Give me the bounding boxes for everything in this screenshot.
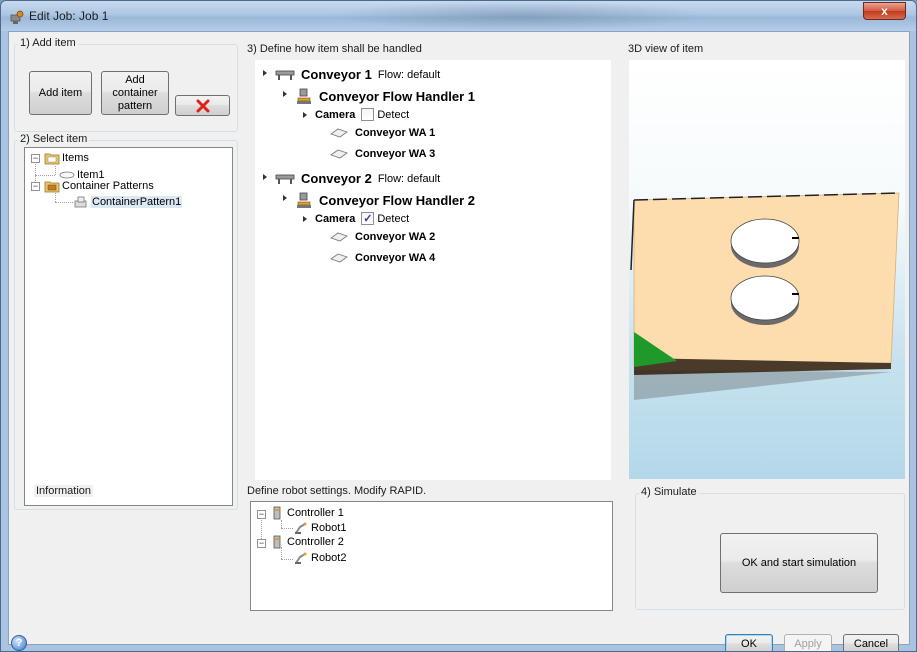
tree-node-containerpattern1[interactable]: ContainerPattern1 — [73, 195, 183, 209]
simulate-group-label: 4) Simulate — [639, 486, 699, 498]
tree-node-robot1[interactable]: Robot1 — [293, 521, 346, 535]
app-icon — [10, 10, 24, 24]
tree-label-robot2: Robot2 — [311, 552, 347, 564]
tree-label-controller-1: Controller 1 — [287, 507, 344, 519]
information-group — [14, 491, 238, 641]
information-group-label: Information — [34, 485, 94, 497]
help-icon[interactable]: ? — [11, 635, 27, 651]
tree-node-container-patterns[interactable]: Container Patterns — [44, 179, 154, 193]
tree-label-containerpattern1: ContainerPattern1 — [91, 196, 183, 208]
wa-1-node[interactable]: Conveyor WA 1 — [329, 127, 435, 139]
collapse-controller-1-toggle[interactable]: − — [257, 510, 266, 519]
wa-3-node[interactable]: Conveyor WA 3 — [329, 148, 435, 160]
controller-icon — [273, 506, 281, 520]
container-pattern-icon — [74, 196, 87, 208]
folder-icon — [44, 153, 60, 165]
conveyor-icon — [275, 174, 295, 184]
flow-handler-1-name: Conveyor Flow Handler 1 — [319, 88, 476, 104]
folder-icon — [44, 181, 60, 193]
robot-settings-group-label: Define robot settings. Modify RAPID. — [245, 485, 429, 497]
robot-icon — [295, 522, 307, 534]
collapse-container-patterns-toggle[interactable]: − — [31, 182, 40, 191]
collapse-controller-2-toggle[interactable]: − — [257, 539, 266, 548]
delete-item-button[interactable] — [175, 95, 230, 116]
work-area-icon — [330, 128, 348, 138]
add-item-button[interactable]: Add item — [29, 71, 92, 115]
view3d-group-label: 3D view of item — [626, 43, 706, 55]
work-area-icon — [330, 253, 348, 263]
wa-4-label: Conveyor WA 4 — [355, 252, 436, 264]
conveyor-2-flow: Flow: default — [377, 172, 441, 185]
close-button[interactable]: x — [863, 2, 906, 20]
conveyor-1-name: Conveyor 1 — [301, 67, 372, 82]
title-bar[interactable]: Edit Job: Job 1 x — [1, 1, 916, 31]
camera-1-node[interactable]: Camera Detect — [315, 108, 409, 121]
apply-button[interactable]: Apply — [784, 634, 832, 651]
conveyor-2-node[interactable]: Conveyor 2 Flow: default — [275, 171, 440, 186]
ok-start-simulation-button[interactable]: OK and start simulation — [720, 533, 878, 593]
item-tree[interactable]: − Items Item1 − Container Patterns Conta… — [24, 147, 233, 506]
robot-handler-icon — [297, 88, 311, 104]
collapse-items-toggle[interactable]: − — [31, 154, 40, 163]
tree-label-robot1: Robot1 — [311, 522, 347, 534]
wa-2-label: Conveyor WA 2 — [355, 231, 436, 243]
conveyor-1-node[interactable]: Conveyor 1 Flow: default — [275, 67, 440, 82]
tree-label-items: Items — [62, 152, 89, 164]
view-3d[interactable] — [629, 60, 905, 479]
detect-2-label: Detect — [377, 212, 410, 225]
robot-handler-icon — [297, 192, 311, 208]
conveyor-2-name: Conveyor 2 — [301, 171, 372, 186]
flow-handler-1-node[interactable]: Conveyor Flow Handler 1 — [295, 87, 475, 105]
camera-2-node[interactable]: Camera ✓ Detect — [315, 212, 409, 225]
add-item-group-label: 1) Add item — [18, 37, 78, 49]
camera-1-label: Camera — [315, 108, 356, 121]
cancel-button[interactable]: Cancel — [843, 634, 899, 651]
camera-2-label: Camera — [315, 212, 356, 225]
wa-1-label: Conveyor WA 1 — [355, 127, 436, 139]
3d-scene — [630, 192, 900, 400]
edit-job-window: Edit Job: Job 1 x 1) Add item Add item A… — [0, 0, 917, 652]
conveyor-1-flow: Flow: default — [377, 68, 441, 81]
work-area-icon — [330, 149, 348, 159]
handling-tree[interactable]: Conveyor 1 Flow: default Conveyor Flow H… — [255, 60, 611, 480]
dialog-client: 1) Add item Add item Add container patte… — [8, 31, 910, 651]
tree-node-controller-2[interactable]: Controller 2 — [270, 535, 344, 549]
detect-2-checkbox[interactable]: ✓ — [361, 212, 375, 225]
wa-4-node[interactable]: Conveyor WA 4 — [329, 252, 435, 264]
work-area-icon — [330, 232, 348, 242]
window-title: Edit Job: Job 1 — [29, 9, 109, 23]
red-x-icon — [196, 99, 209, 112]
controller-icon — [273, 535, 281, 549]
tree-node-items[interactable]: Items — [44, 151, 89, 165]
flow-handler-2-name: Conveyor Flow Handler 2 — [319, 192, 476, 208]
ok-button[interactable]: OK — [725, 634, 773, 651]
wa-3-label: Conveyor WA 3 — [355, 148, 436, 160]
add-container-pattern-button[interactable]: Add container pattern — [101, 71, 169, 115]
tree-label-container-patterns: Container Patterns — [62, 180, 154, 192]
tree-node-robot2[interactable]: Robot2 — [293, 551, 346, 565]
tree-node-controller-1[interactable]: Controller 1 — [270, 506, 344, 520]
tree-label-controller-2: Controller 2 — [287, 536, 344, 548]
detect-1-checkbox[interactable] — [361, 108, 375, 121]
flow-handler-2-node[interactable]: Conveyor Flow Handler 2 — [295, 191, 475, 209]
conveyor-icon — [275, 70, 295, 80]
wa-2-node[interactable]: Conveyor WA 2 — [329, 231, 435, 243]
robot-tree[interactable]: − Controller 1 Robot1 − Controller 2 Rob… — [250, 501, 613, 611]
define-group-label: 3) Define how item shall be handled — [245, 43, 424, 55]
robot-icon — [295, 552, 307, 564]
detect-1-label: Detect — [377, 108, 410, 121]
select-item-group-label: 2) Select item — [18, 133, 90, 145]
